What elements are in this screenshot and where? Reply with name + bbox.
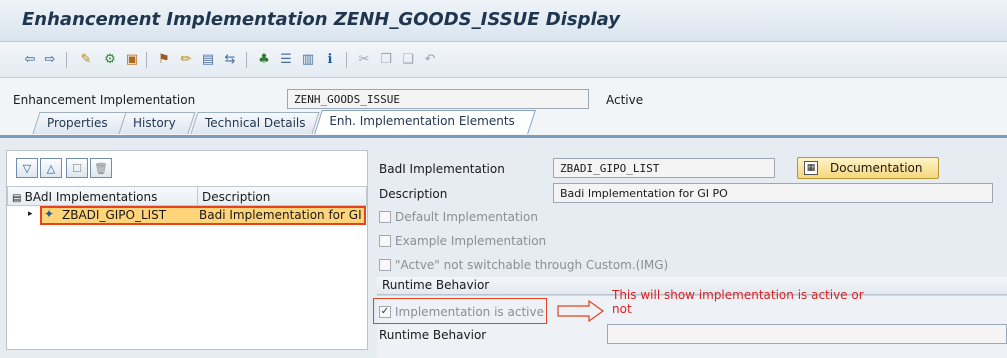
badi-icon: ✦ — [44, 207, 55, 221]
tab-technical-details[interactable]: Technical Details — [190, 112, 320, 134]
badi-implementation-label: BadI Implementation — [379, 162, 505, 176]
cut-icon: ✂ — [358, 52, 370, 67]
window-title: Enhancement Implementation ZENH_GOODS_IS… — [22, 9, 621, 30]
description-label: Description — [379, 187, 448, 201]
documentation-button[interactable]: ▦ Documentation — [797, 157, 939, 179]
display-change-icon[interactable]: ✎ — [78, 52, 94, 68]
application-toolbar: ⇦ ⇨ ✎ ⚙ ▣ ⚑ ✏ ▤ ⇆ ♣ ☰ ▥ ℹ ✂ ❐ ❏ ↶ — [0, 42, 1007, 78]
runtime-behavior-label: Runtime Behavior — [379, 328, 487, 342]
hierarchy-icon[interactable]: ♣ — [256, 52, 272, 68]
enhancement-implementation-field[interactable]: ZENH_GOODS_ISSUE — [287, 89, 589, 109]
forward-arrow-icon[interactable]: ⇨ — [42, 52, 58, 68]
document-icon: ▦ — [804, 161, 818, 175]
collapse-all-button[interactable]: △ — [40, 158, 62, 178]
runtime-behavior-field[interactable] — [607, 324, 1007, 344]
expand-arrow-icon[interactable]: ▸ — [28, 209, 33, 219]
list-icon[interactable]: ☰ — [278, 52, 294, 68]
example-implementation-checkbox[interactable]: Example Implementation — [379, 234, 546, 248]
badi-name-cell[interactable]: ZBADI_GIPO_LIST — [62, 208, 192, 222]
paste-icon: ❏ — [402, 52, 414, 67]
highlight-box — [373, 298, 547, 324]
other-object-icon[interactable]: ⚙ — [102, 52, 118, 68]
tab-history[interactable]: History — [118, 112, 196, 134]
undo-icon: ↶ — [424, 52, 436, 67]
annotation-arrow-icon — [557, 300, 605, 322]
badi-list-pane — [6, 150, 368, 350]
column-description[interactable]: Description — [197, 186, 367, 206]
default-implementation-checkbox[interactable]: Default Implementation — [379, 210, 538, 224]
column-badi-implementations[interactable]: ▤ BAdI Implementations — [7, 186, 199, 206]
not-switchable-checkbox[interactable]: "Actve" not switchable through Custom.(I… — [379, 258, 668, 272]
info-icon[interactable]: ℹ — [322, 52, 338, 68]
check-icon[interactable]: ▣ — [124, 52, 140, 68]
tree-icon: ▤ — [12, 193, 25, 204]
annotation-text: This will show implementation is active … — [612, 288, 864, 316]
where-used-icon[interactable]: ✏ — [178, 52, 194, 68]
tab-properties[interactable]: Properties — [32, 112, 128, 134]
description-field[interactable]: Badi Implementation for GI PO — [553, 183, 993, 203]
object-list-icon[interactable]: ▤ — [200, 52, 216, 68]
navigation-window-icon[interactable]: ⇆ — [222, 52, 238, 68]
back-arrow-icon[interactable]: ⇦ — [22, 52, 38, 68]
tab-enh-implementation-elements[interactable]: Enh. Implementation Elements — [314, 110, 536, 134]
delete-icon[interactable]: 🗑 — [90, 158, 112, 178]
layout-icon[interactable]: ▥ — [300, 52, 316, 68]
title-bar: Enhancement Implementation ZENH_GOODS_IS… — [0, 0, 1007, 42]
badi-description-cell[interactable]: Badi Implementation for GI P — [199, 208, 365, 222]
enhancement-implementation-label: Enhancement Implementation — [13, 93, 196, 107]
expand-all-button[interactable]: ▽ — [16, 158, 38, 178]
create-button[interactable]: ☐ — [66, 158, 88, 178]
badi-implementation-field[interactable]: ZBADI_GIPO_LIST — [553, 158, 775, 178]
status-text: Active — [606, 93, 644, 107]
copy-icon: ❐ — [380, 52, 392, 67]
activate-icon[interactable]: ⚑ — [156, 52, 172, 68]
